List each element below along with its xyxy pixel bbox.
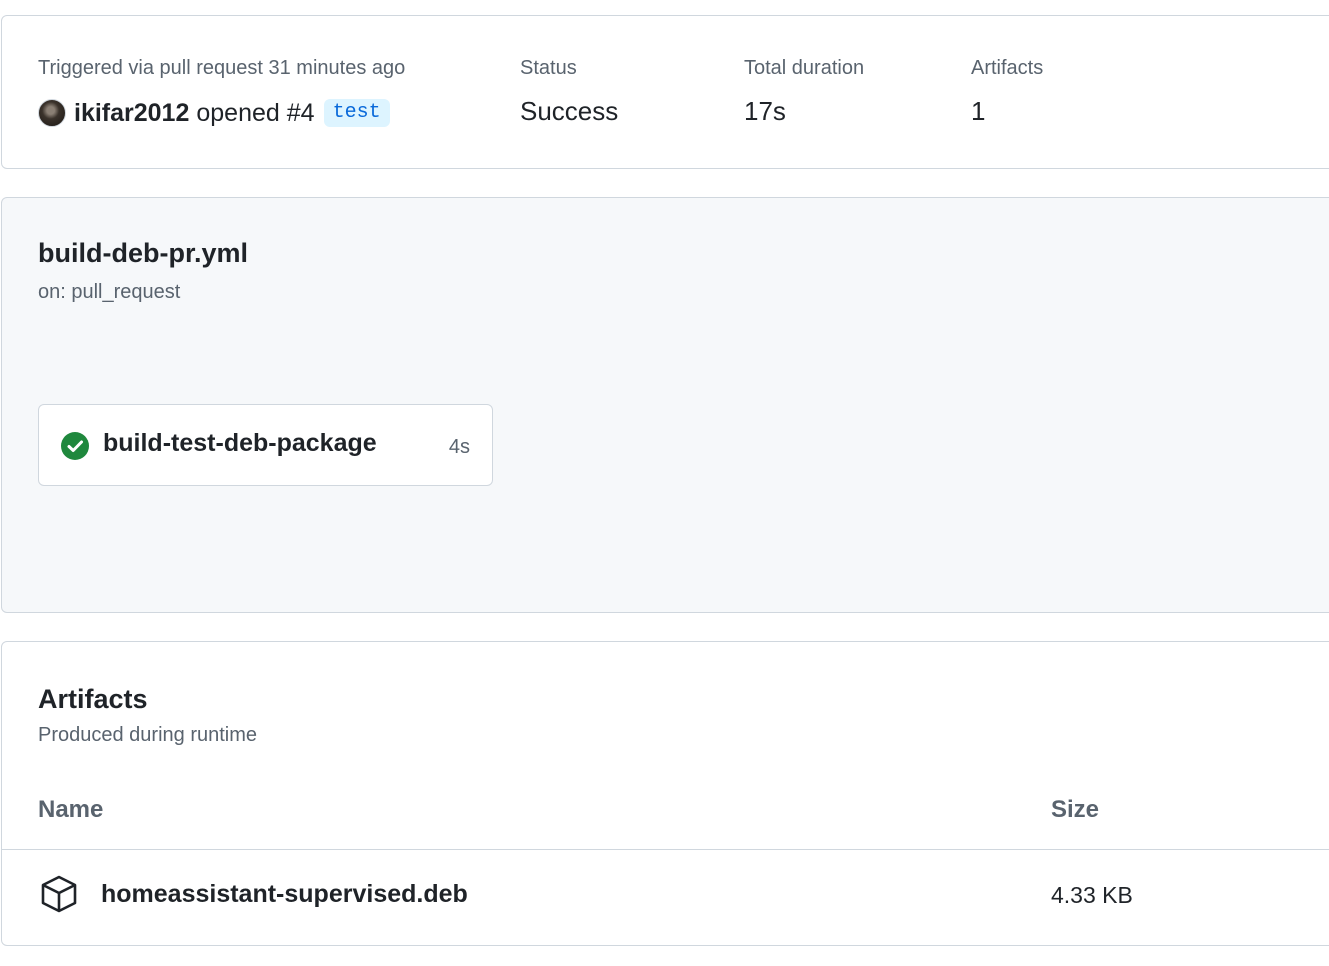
package-icon	[39, 874, 79, 914]
artifacts-title: Artifacts	[38, 684, 148, 714]
job-card-build-test-deb-package[interactable]: build-test-deb-package 4s	[38, 404, 493, 486]
workflow-file-name: build-deb-pr.yml	[38, 238, 249, 268]
artifact-name-link[interactable]: homeassistant-supervised.deb	[101, 880, 468, 909]
job-name: build-test-deb-package	[103, 429, 377, 457]
trigger-text: Triggered via pull request 31 minutes ag…	[38, 57, 406, 79]
artifacts-subtitle: Produced during runtime	[38, 724, 258, 746]
pr-action-text[interactable]: opened #4	[196, 99, 314, 128]
run-summary-card: Triggered via pull request 31 minutes ag…	[1, 15, 1329, 169]
avatar[interactable]	[38, 99, 66, 127]
artifact-size: 4.33 KB	[1051, 882, 1133, 908]
status-label: Status	[520, 57, 577, 79]
artifacts-count-value[interactable]: 1	[971, 96, 985, 127]
artifacts-card: Artifacts Produced during runtime Name S…	[1, 641, 1329, 946]
column-header-size: Size	[1051, 796, 1100, 823]
actor-link[interactable]: ikifar2012	[74, 99, 189, 128]
check-circle-icon	[61, 432, 89, 460]
workflow-graph-card: build-deb-pr.yml on: pull_request build-…	[1, 197, 1329, 613]
column-header-name: Name	[38, 796, 104, 823]
job-duration: 4s	[448, 436, 470, 458]
table-row: homeassistant-supervised.deb 4.33 KB	[2, 850, 1329, 945]
duration-value: 17s	[744, 96, 786, 126]
status-value: Success	[520, 96, 619, 126]
duration-label: Total duration	[744, 57, 865, 79]
branch-tag[interactable]: test	[323, 99, 390, 127]
workflow-trigger: on: pull_request	[38, 281, 181, 303]
artifacts-count-label: Artifacts	[971, 57, 1044, 79]
trigger-details: ikifar2012 opened #4 test	[38, 96, 390, 130]
